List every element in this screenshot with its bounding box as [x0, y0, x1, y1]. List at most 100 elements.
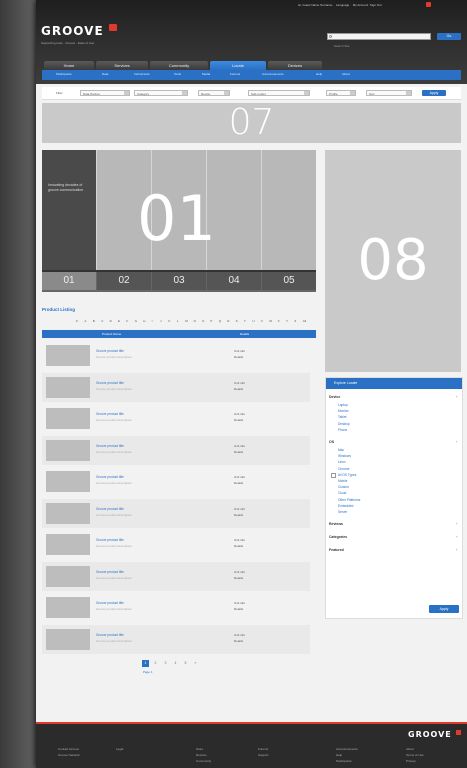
subnav-item[interactable]: Media: [202, 72, 210, 76]
filter-option[interactable]: Tablet: [338, 415, 347, 419]
alphabet-letter[interactable]: H: [143, 319, 145, 323]
filter-checkbox[interactable]: [331, 473, 336, 479]
filter-section-heading[interactable]: OS: [329, 440, 334, 444]
tab-community[interactable]: Community: [150, 61, 208, 70]
filter-option[interactable]: Desktop: [338, 422, 350, 426]
alphabet-letter[interactable]: #: [76, 319, 78, 323]
subnav-item[interactable]: Participants: [56, 72, 72, 76]
footer-link[interactable]: Legal: [116, 746, 123, 752]
alphabet-letter[interactable]: X: [278, 319, 280, 323]
filter-select[interactable]: Data Partner: [80, 90, 130, 96]
filter-option[interactable]: Cloud: [338, 491, 346, 495]
search-button[interactable]: Go: [437, 33, 461, 40]
expand-icon[interactable]: +: [456, 534, 458, 539]
filter-select[interactable]: Sub-model: [248, 90, 310, 96]
alphabet-letter[interactable]: F: [126, 319, 128, 323]
product-title-link[interactable]: Groove product title: [96, 444, 124, 448]
page-link[interactable]: 4: [172, 660, 179, 667]
page-link[interactable]: 2: [152, 660, 159, 667]
subnav-item[interactable]: Data: [102, 72, 108, 76]
filter-option[interactable]: All OS Types: [338, 473, 356, 477]
tab-locate[interactable]: Locate: [210, 61, 266, 70]
top-link-account[interactable]: My Account: [353, 3, 369, 7]
filter-option[interactable]: Phone: [338, 428, 347, 432]
subnav-item[interactable]: Help: [316, 72, 322, 76]
product-title-link[interactable]: Groove product title: [96, 381, 124, 385]
carousel-tab[interactable]: 02: [97, 272, 151, 290]
footer-link[interactable]: Privacy: [406, 758, 424, 764]
alphabet-letter[interactable]: J: [160, 319, 162, 323]
filter-select[interactable]: Device: [198, 90, 230, 96]
alphabet-letter[interactable]: W: [269, 319, 272, 323]
product-thumbnail[interactable]: [46, 408, 90, 429]
product-title-link[interactable]: Groove product title: [96, 570, 124, 574]
alphabet-letter[interactable]: K: [168, 319, 170, 323]
filter-select[interactable]: Category: [134, 90, 188, 96]
filter-panel-apply-button[interactable]: Apply: [429, 605, 459, 613]
product-thumbnail[interactable]: [46, 471, 90, 492]
page-link[interactable]: 1: [142, 660, 149, 667]
product-thumbnail[interactable]: [46, 502, 90, 524]
filter-option[interactable]: Mac: [338, 448, 344, 452]
product-thumbnail[interactable]: [46, 376, 90, 398]
alphabet-letter[interactable]: V: [261, 319, 263, 323]
page-link[interactable]: »: [192, 660, 199, 667]
alphabet-letter[interactable]: B: [93, 319, 95, 323]
expand-icon[interactable]: +: [456, 394, 458, 399]
product-thumbnail[interactable]: [46, 345, 90, 366]
filter-section-heading[interactable]: Categories: [329, 535, 347, 539]
search-input[interactable]: Search Site: [327, 33, 431, 48]
subnav-item[interactable]: Forums: [230, 72, 240, 76]
expand-icon[interactable]: +: [456, 547, 458, 552]
footer-link[interactable]: Support: [258, 752, 269, 758]
product-thumbnail[interactable]: [46, 439, 90, 461]
subnav-item[interactable]: Announcements: [262, 72, 284, 76]
product-title-link[interactable]: Groove product title: [96, 633, 124, 637]
filter-option[interactable]: Laptop: [338, 403, 348, 407]
tab-services[interactable]: Services: [96, 61, 148, 70]
filter-option[interactable]: Mobile: [338, 479, 347, 483]
carousel-tab[interactable]: 03: [152, 272, 206, 290]
filter-section-heading[interactable]: Device: [329, 395, 340, 399]
site-logo[interactable]: GROOVE: [41, 24, 117, 38]
alphabet-letter[interactable]: Q: [219, 319, 221, 323]
alphabet-letter[interactable]: I: [152, 319, 153, 323]
top-link-signout[interactable]: Sign Out: [370, 3, 382, 7]
alphabet-letter[interactable]: Z: [294, 319, 296, 323]
subnav-item[interactable]: About: [342, 72, 350, 76]
filter-option[interactable]: Embedded: [338, 504, 353, 508]
subnav-item[interactable]: Instruments: [134, 72, 150, 76]
alphabet-letter[interactable]: C: [101, 319, 103, 323]
alphabet-letter[interactable]: T: [244, 319, 246, 323]
footer-link[interactable]: Groove Network: [58, 752, 80, 758]
product-thumbnail[interactable]: [46, 597, 90, 618]
filter-option[interactable]: Linux: [338, 460, 346, 464]
filter-section-heading[interactable]: Reviews: [329, 522, 343, 526]
product-thumbnail[interactable]: [46, 534, 90, 555]
alphabet-letter[interactable]: G: [135, 319, 137, 323]
alphabet-letter[interactable]: A: [84, 319, 86, 323]
filter-apply-button[interactable]: Apply: [422, 90, 446, 96]
filter-select[interactable]: Sort: [366, 90, 412, 96]
product-thumbnail[interactable]: [46, 565, 90, 587]
product-title-link[interactable]: Groove product title: [96, 507, 124, 511]
carousel-tab[interactable]: 01: [42, 272, 96, 290]
product-title-link[interactable]: Groove product title: [96, 349, 124, 353]
alphabet-letter[interactable]: S: [236, 319, 238, 323]
alphabet-letter[interactable]: R: [227, 319, 229, 323]
alphabet-letter[interactable]: E: [118, 319, 120, 323]
filter-option[interactable]: Windows: [338, 454, 351, 458]
filter-option[interactable]: Chrome: [338, 467, 349, 471]
alphabet-letter[interactable]: M: [185, 319, 188, 323]
footer-link[interactable]: Community: [196, 758, 211, 764]
expand-icon[interactable]: +: [456, 521, 458, 526]
filter-option[interactable]: Server: [338, 510, 347, 514]
footer-link[interactable]: Participants: [336, 758, 358, 764]
filter-option[interactable]: Other Platforms: [338, 498, 360, 502]
page-link[interactable]: 5: [182, 660, 189, 667]
tab-home[interactable]: Home: [44, 61, 94, 70]
expand-icon[interactable]: +: [456, 439, 458, 444]
product-title-link[interactable]: Groove product title: [96, 475, 124, 479]
alphabet-letter[interactable]: N: [194, 319, 196, 323]
column-header[interactable]: Product Name: [102, 332, 121, 336]
